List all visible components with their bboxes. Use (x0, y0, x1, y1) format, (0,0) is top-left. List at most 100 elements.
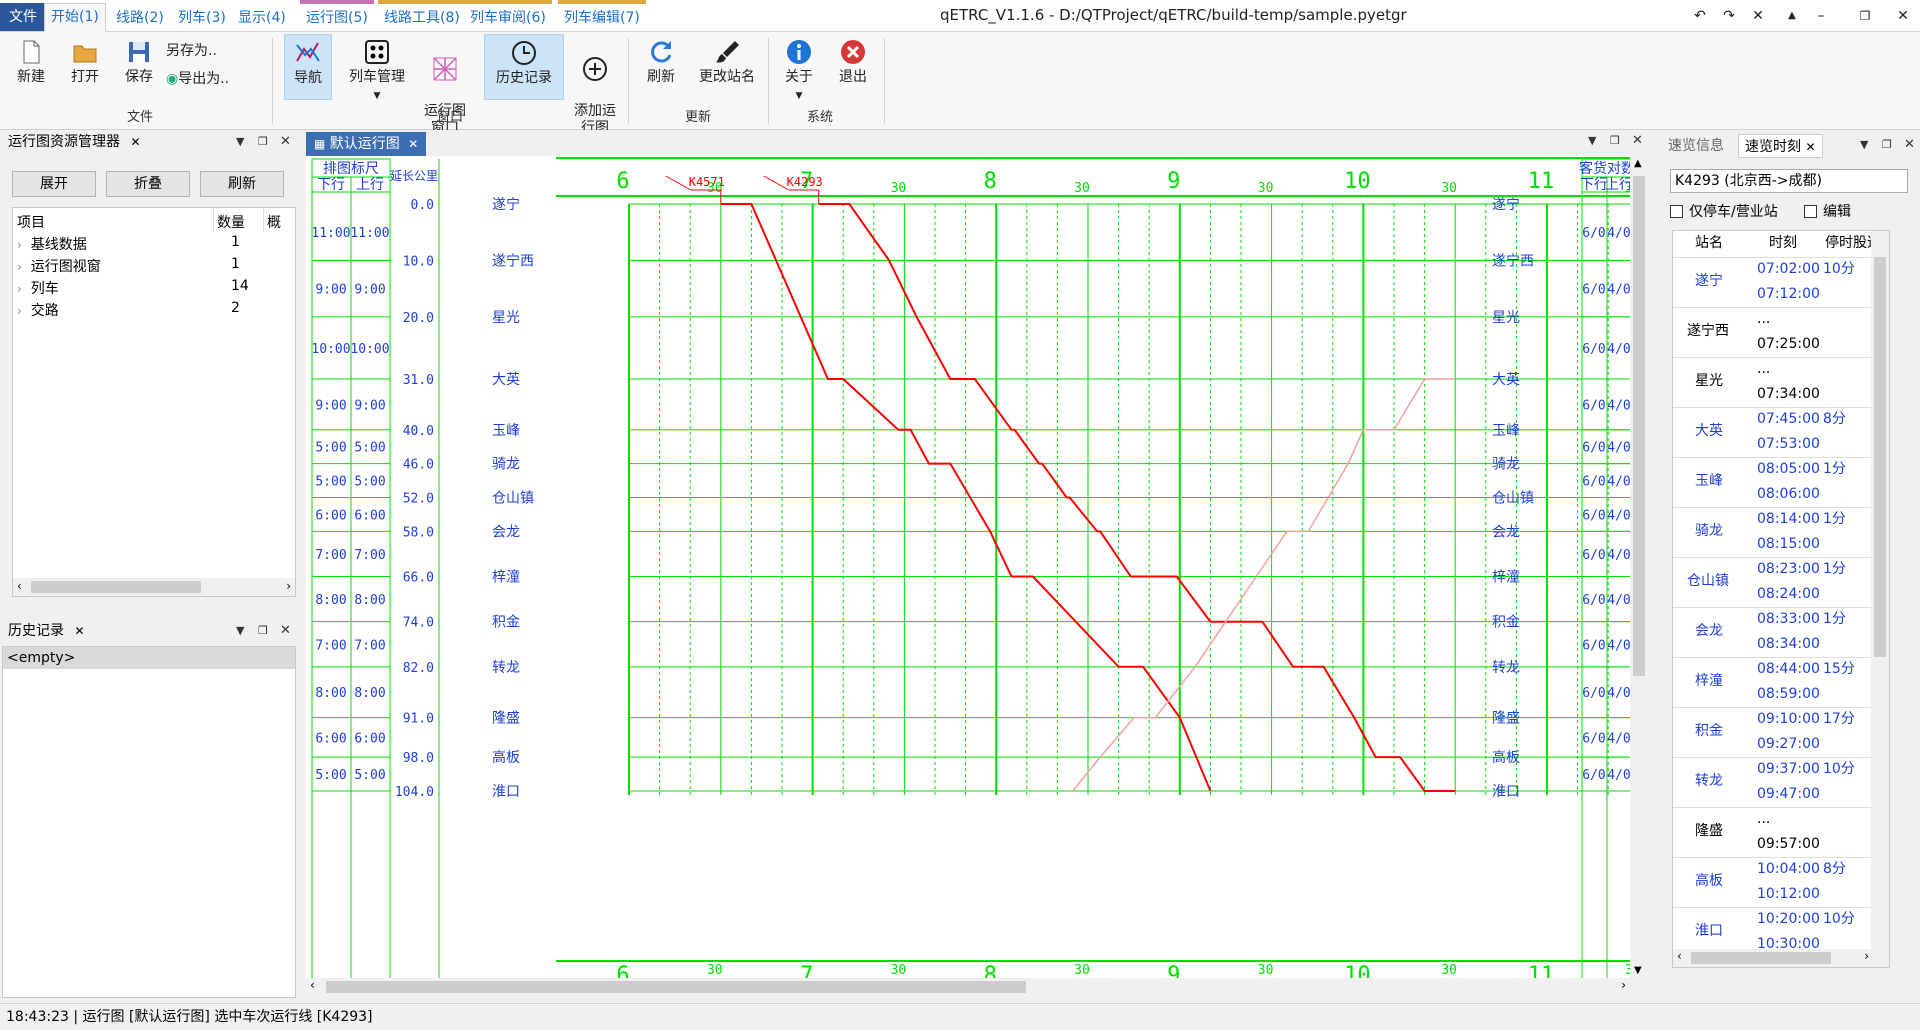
timetable-station[interactable]: 积金 (1695, 719, 1723, 744)
timetable-station[interactable]: 梓潼 (1695, 669, 1723, 694)
history-button[interactable]: 历史记录 (484, 34, 564, 100)
tree-row[interactable]: › 列车 (17, 278, 59, 298)
about-button[interactable]: 关于 ▼ (776, 34, 822, 105)
timetable-stop[interactable]: 1分 (1823, 457, 1846, 482)
scroll-left-icon[interactable]: ‹ (17, 579, 22, 593)
header-time[interactable]: 时刻 (1769, 231, 1797, 256)
timetable-stop[interactable]: 1分 (1823, 607, 1846, 632)
diagram-canvas[interactable]: 6630307730308830309930301010303011113030… (306, 156, 1648, 978)
scroll-thumb[interactable] (1691, 952, 1831, 964)
ribbon-tab-0[interactable]: 文件 (0, 3, 46, 31)
scroll-up-icon[interactable]: ▲ (1634, 158, 1642, 169)
timetable-station[interactable]: 仓山镇 (1687, 569, 1729, 594)
timetable-departure[interactable]: 09:27:00 (1757, 732, 1820, 757)
timetable-stop[interactable]: 15分 (1823, 657, 1855, 682)
timetable-arrival[interactable]: 07:45:00 (1757, 407, 1820, 432)
ribbon-tab-2[interactable]: 线路(2) (110, 6, 170, 30)
timetable-departure[interactable]: 09:47:00 (1757, 782, 1820, 807)
tree-header-count[interactable]: 数量 (217, 212, 245, 232)
panel-menu-icon[interactable]: ▼ (236, 131, 244, 153)
timetable-stop[interactable]: 1分 (1823, 557, 1846, 582)
checkbox-box[interactable] (1804, 205, 1817, 218)
scroll-left-icon[interactable]: ‹ (310, 978, 315, 992)
timetable-stop[interactable]: 10分 (1823, 257, 1855, 282)
ribbon-tab-8[interactable]: 列车编辑(7) (558, 0, 646, 30)
scroll-thumb[interactable] (326, 981, 1026, 993)
timetable-departure[interactable]: 09:57:00 (1757, 832, 1820, 857)
timetable-arrival[interactable]: ... (1757, 807, 1770, 832)
diagram-tab[interactable]: ▦ 默认运行图 ✕ (306, 132, 427, 156)
rename-station-button[interactable]: 更改站名 (692, 34, 762, 86)
ribbon-tab-5[interactable]: 运行图(5) (300, 0, 374, 30)
timetable-arrival[interactable]: 08:14:00 (1757, 507, 1820, 532)
header-station[interactable]: 站名 (1695, 231, 1723, 256)
timetable-arrival[interactable]: 08:33:00 (1757, 607, 1820, 632)
timetable-departure[interactable]: 08:06:00 (1757, 482, 1820, 507)
panel-menu-icon[interactable]: ▼ (236, 620, 244, 642)
timetable-stop[interactable]: 1分 (1823, 507, 1846, 532)
timetable-departure[interactable]: 07:53:00 (1757, 432, 1820, 457)
close-tab-icon[interactable]: ✕ (74, 624, 84, 638)
diagram-hscrollbar[interactable]: ‹ › (306, 978, 1648, 996)
close-tab-icon[interactable]: ✕ (1805, 140, 1815, 154)
scroll-thumb[interactable] (31, 581, 201, 593)
tree-hscrollbar[interactable]: ‹ › (13, 578, 295, 596)
scroll-thumb[interactable] (1633, 176, 1645, 676)
scroll-down-icon[interactable]: ▼ (1634, 965, 1642, 976)
tree-row[interactable]: › 基线数据 (17, 234, 87, 254)
save-button[interactable]: 保存 (116, 34, 162, 86)
tree-header-overview[interactable]: 概 (267, 212, 281, 232)
export-as-button[interactable]: ◉导出为.. (166, 68, 229, 88)
timetable-departure[interactable]: 08:24:00 (1757, 582, 1820, 607)
timetable-departure[interactable]: 08:15:00 (1757, 532, 1820, 557)
exit-button[interactable]: 退出 (830, 34, 876, 86)
panel-close-icon[interactable]: ✕ (1904, 134, 1915, 156)
train-diagram-chart[interactable]: 6630307730308830309930301010303011113030… (306, 156, 1648, 978)
train-select-input[interactable]: K4293 (北京西->成都) (1670, 169, 1908, 193)
tab-quick-info[interactable]: 速览信息 (1662, 134, 1730, 158)
close-button[interactable]: ✕ (1886, 0, 1920, 32)
ribbon-tab-1[interactable]: 开始(1) (44, 3, 106, 32)
timetable-station[interactable]: 星光 (1695, 369, 1723, 394)
close-tab-icon[interactable]: ✕ (408, 137, 418, 151)
diagram-vscrollbar[interactable]: ▲ ▼ (1630, 156, 1648, 978)
timetable-arrival[interactable]: 09:10:00 (1757, 707, 1820, 732)
timetable-station[interactable]: 遂宁 (1695, 269, 1723, 294)
open-button[interactable]: 打开 (62, 34, 108, 86)
only-stop-checkbox[interactable]: 仅停车/营业站 (1670, 201, 1778, 221)
history-item[interactable]: <empty> (3, 647, 295, 669)
checkbox-box[interactable] (1670, 205, 1683, 218)
scroll-right-icon[interactable]: › (286, 579, 291, 593)
add-diagram-button[interactable]: 添加运 行图 (568, 34, 622, 137)
timetable-stop[interactable]: 10分 (1823, 907, 1855, 932)
scroll-thumb[interactable] (1874, 257, 1886, 657)
expand-arrow-icon[interactable]: › (17, 282, 22, 296)
timetable-station[interactable]: 淮口 (1695, 919, 1723, 944)
timetable-departure[interactable]: 08:34:00 (1757, 632, 1820, 657)
timetable-departure[interactable]: 07:25:00 (1757, 332, 1820, 357)
timetable-station[interactable]: 高板 (1695, 869, 1723, 894)
timetable-station[interactable]: 大英 (1695, 419, 1723, 444)
tree-row[interactable]: › 运行图视窗 (17, 256, 101, 276)
new-button[interactable]: 新建 (8, 34, 54, 86)
timetable-stop[interactable]: 10分 (1823, 757, 1855, 782)
close-doc-icon[interactable]: ✕ (1741, 0, 1775, 32)
panel-close-icon[interactable]: ✕ (280, 131, 291, 153)
scroll-left-icon[interactable]: ‹ (1677, 949, 1682, 963)
expand-arrow-icon[interactable]: › (17, 238, 22, 252)
navigation-button[interactable]: 导航 (284, 34, 332, 100)
timetable-stop[interactable]: 17分 (1823, 707, 1855, 732)
doc-float-icon[interactable]: ❐ (1610, 130, 1620, 152)
timetable-station[interactable]: 玉峰 (1695, 469, 1723, 494)
train-manager-button[interactable]: 列车管理 ▼ (342, 34, 412, 105)
scroll-right-icon[interactable]: › (1621, 978, 1626, 992)
timetable-departure[interactable]: 07:34:00 (1757, 382, 1820, 407)
timetable-departure[interactable]: 08:59:00 (1757, 682, 1820, 707)
timetable-arrival[interactable]: 10:20:00 (1757, 907, 1820, 932)
timetable-arrival[interactable]: 08:23:00 (1757, 557, 1820, 582)
tree-row[interactable]: › 交路 (17, 300, 59, 320)
timetable-arrival[interactable]: ... (1757, 307, 1770, 332)
timetable-departure[interactable]: 07:12:00 (1757, 282, 1820, 307)
timetable-station[interactable]: 骑龙 (1695, 519, 1723, 544)
edit-checkbox[interactable]: 编辑 (1804, 201, 1851, 221)
